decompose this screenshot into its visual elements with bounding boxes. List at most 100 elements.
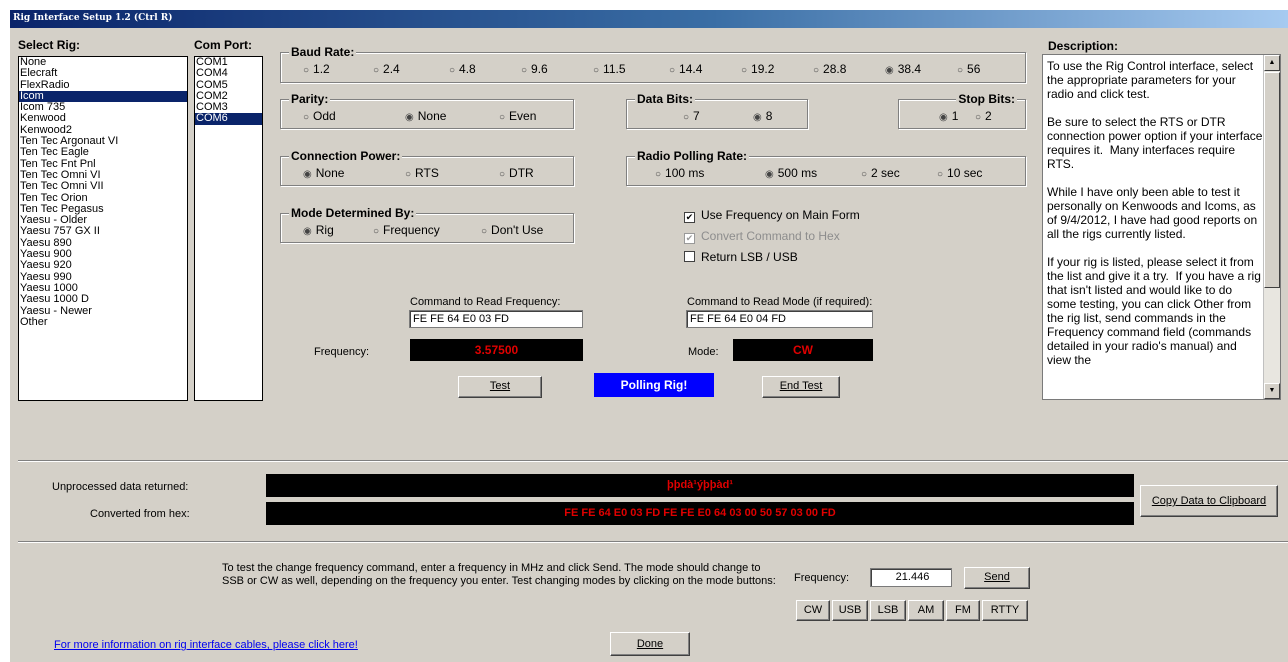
radio-selected-icon: ◉ [303, 226, 312, 237]
stop-bits-radio-2[interactable]: ○ 2 [975, 109, 992, 125]
parity-radio-odd[interactable]: ○ Odd [303, 109, 336, 125]
baud-rate-title: Baud Rate: [289, 44, 357, 60]
select-rig-item-ten-tec-eagle[interactable]: Ten Tec Eagle [19, 147, 187, 159]
mode-button-fm[interactable]: FM [946, 600, 980, 621]
done-button[interactable]: Done [610, 632, 690, 656]
connection-power-radio-none[interactable]: ◉ None [303, 166, 344, 182]
baud-rate-radio-38-4[interactable]: ◉ 38.4 [885, 62, 921, 78]
polling-rate-group: Radio Polling Rate: ○ 100 ms ◉ 500 ms ○ 2 sec… [626, 148, 1026, 186]
convert-hex-checkbox[interactable]: ✔ Convert Command to Hex [684, 229, 840, 244]
radio-empty-icon: ○ [373, 65, 380, 76]
read-mode-input[interactable]: FE FE 64 E0 04 FD [686, 310, 873, 328]
polling-rate-radio-500-ms[interactable]: ◉ 500 ms [765, 166, 817, 182]
baud-rate-radio-9-6[interactable]: ○ 9.6 [521, 62, 548, 78]
return-lsb-usb-checkbox[interactable]: Return LSB / USB [684, 250, 798, 264]
polling-status-badge: Polling Rig! [594, 373, 714, 397]
baud-rate-radio-2-4[interactable]: ○ 2.4 [373, 62, 400, 78]
radio-selected-icon: ◉ [885, 65, 894, 76]
radio-empty-icon: ○ [499, 112, 506, 123]
end-test-button[interactable]: End Test [762, 376, 840, 398]
radio-empty-icon: ○ [937, 169, 944, 180]
radio-empty-icon: ○ [741, 65, 748, 76]
divider [18, 541, 1288, 543]
select-rig-item-ten-tec-omni-vii[interactable]: Ten Tec Omni VII [19, 180, 187, 192]
select-rig-item-elecraft[interactable]: Elecraft [19, 67, 187, 79]
connection-power-radio-dtr[interactable]: ○ DTR [499, 166, 534, 182]
stop-bits-radio-1[interactable]: ◉ 1 [939, 109, 958, 125]
radio-empty-icon: ○ [373, 226, 380, 237]
polling-rate-radio-2-sec[interactable]: ○ 2 sec [861, 166, 900, 182]
description-text: To use the Rig Control interface, select… [1047, 59, 1263, 367]
select-rig-item-yaesu-1000-d[interactable]: Yaesu 1000 D [19, 293, 187, 305]
radio-selected-icon: ◉ [939, 112, 948, 123]
baud-rate-radio-4-8[interactable]: ○ 4.8 [449, 62, 476, 78]
use-frequency-checkbox[interactable]: ✔ Use Frequency on Main Form [684, 208, 860, 223]
baud-rate-radio-1-2[interactable]: ○ 1.2 [303, 62, 330, 78]
polling-rate-radio-100-ms[interactable]: ○ 100 ms [655, 166, 704, 182]
baud-rate-group: Baud Rate: ○ 1.2 ○ 2.4 ○ 4.8 ○ 9.6 ○ 11.5 ○ 14.4 ○ 19… [280, 44, 1026, 83]
mode-button-cw[interactable]: CW [796, 600, 830, 621]
com-port-item-com4[interactable]: COM4 [195, 67, 262, 79]
scroll-down-icon[interactable]: ▼ [1264, 383, 1280, 399]
com-port-listbox[interactable]: COM1 COM4 COM5 COM2 COM3 COM6 [194, 56, 263, 401]
test-button[interactable]: Test [458, 376, 542, 398]
scroll-up-icon[interactable]: ▲ [1264, 55, 1280, 71]
radio-selected-icon: ◉ [303, 169, 312, 180]
radio-empty-icon: ○ [861, 169, 868, 180]
stop-bits-title: Stop Bits: [956, 91, 1017, 107]
cable-info-link[interactable]: For more information on rig interface ca… [54, 639, 358, 651]
change-frequency-input[interactable]: 21.446 [870, 568, 952, 587]
mode-determined-radio-rig[interactable]: ◉ Rig [303, 223, 334, 239]
data-bits-radio-8[interactable]: ◉ 8 [753, 109, 772, 125]
mode-button-am[interactable]: AM [908, 600, 944, 621]
select-rig-item-other[interactable]: Other [19, 316, 187, 328]
read-frequency-input[interactable]: FE FE 64 E0 03 FD [409, 310, 583, 328]
description-textbox[interactable]: To use the Rig Control interface, select… [1042, 54, 1281, 400]
mode-determined-radio-don-t-use[interactable]: ○ Don't Use [481, 223, 543, 239]
baud-rate-radio-14-4[interactable]: ○ 14.4 [669, 62, 702, 78]
radio-empty-icon: ○ [481, 226, 488, 237]
mode-display-label: Mode: [688, 346, 719, 358]
baud-rate-radio-28-8[interactable]: ○ 28.8 [813, 62, 846, 78]
radio-empty-icon: ○ [303, 65, 310, 76]
frequency-display: 3.57500 [410, 339, 583, 361]
baud-rate-radio-19-2[interactable]: ○ 19.2 [741, 62, 774, 78]
title-bar[interactable]: Rig Interface Setup 1.2 (Ctrl R) [10, 10, 1288, 28]
copy-to-clipboard-button[interactable]: Copy Data to Clipboard [1140, 485, 1278, 517]
data-bits-group: Data Bits: ○ 7 ◉ 8 [626, 91, 808, 129]
parity-radio-none[interactable]: ◉ None [405, 109, 446, 125]
mode-button-usb[interactable]: USB [832, 600, 868, 621]
com-port-item-com6[interactable]: COM6 [195, 113, 262, 125]
mode-button-lsb[interactable]: LSB [870, 600, 906, 621]
data-bits-radio-7[interactable]: ○ 7 [683, 109, 700, 125]
select-rig-label: Select Rig: [18, 38, 81, 52]
radio-selected-icon: ◉ [765, 169, 774, 180]
rig-setup-window: Rig Interface Setup 1.2 (Ctrl R) Select … [10, 10, 1288, 662]
converted-data-display: FE FE 64 E0 03 FD FE FE E0 64 03 00 50 5… [266, 502, 1134, 525]
mode-determined-radio-frequency[interactable]: ○ Frequency [373, 223, 440, 239]
parity-title: Parity: [289, 91, 331, 107]
radio-empty-icon: ○ [449, 65, 456, 76]
polling-rate-radio-10-sec[interactable]: ○ 10 sec [937, 166, 982, 182]
com-port-label: Com Port: [194, 38, 252, 52]
send-button[interactable]: Send [964, 567, 1030, 589]
stop-bits-group: Stop Bits: ◉ 1 ○ 2 [898, 91, 1026, 129]
baud-rate-radio-11-5[interactable]: ○ 11.5 [593, 62, 626, 78]
data-bits-title: Data Bits: [635, 91, 696, 107]
scroll-thumb[interactable] [1264, 72, 1280, 288]
unprocessed-data-display: þþdà¹ýþþàd¹ [266, 474, 1134, 497]
change-frequency-instructions: To test the change frequency command, en… [222, 562, 776, 587]
baud-rate-radio-56[interactable]: ○ 56 [957, 62, 980, 78]
rig-listbox[interactable]: None Elecraft FlexRadio Icom Icom 735 Kenwood… [18, 56, 188, 401]
divider [18, 460, 1288, 462]
select-rig-item-flexradio[interactable]: FlexRadio [19, 79, 187, 91]
radio-empty-icon: ○ [975, 112, 982, 123]
description-scrollbar[interactable]: ▲ ▼ [1263, 55, 1280, 399]
parity-radio-even[interactable]: ○ Even [499, 109, 536, 125]
connection-power-radio-rts[interactable]: ○ RTS [405, 166, 439, 182]
select-rig-item-yaesu-920[interactable]: Yaesu 920 [19, 260, 187, 272]
mode-button-rtty[interactable]: RTTY [982, 600, 1028, 621]
radio-empty-icon: ○ [813, 65, 820, 76]
radio-empty-icon: ○ [499, 169, 506, 180]
read-frequency-label: Command to Read Frequency: [410, 296, 561, 308]
